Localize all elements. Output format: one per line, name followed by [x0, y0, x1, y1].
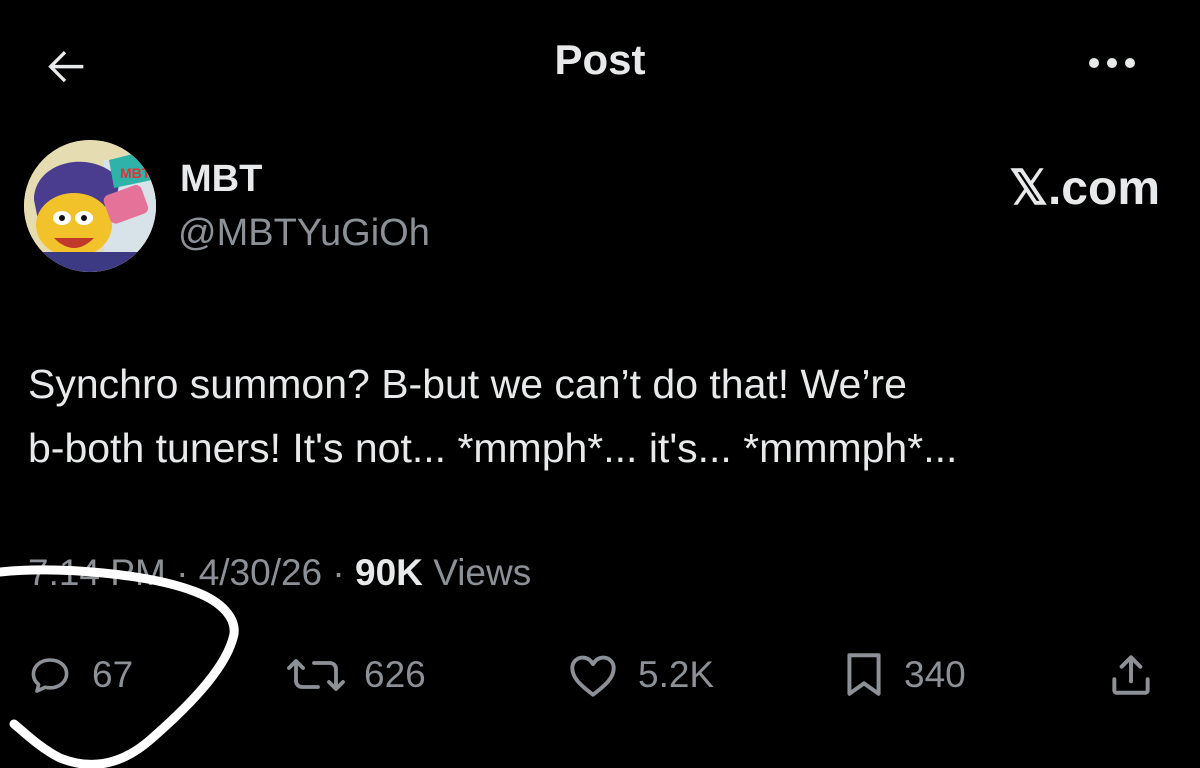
repost-icon [287, 659, 345, 691]
meta-separator: · [322, 552, 356, 593]
like-button[interactable]: 5.2K [566, 645, 714, 705]
post-text-line: Synchro summon? B-but we can’t do that! … [28, 361, 907, 407]
post-text: Synchro summon? B-but we can’t do that! … [28, 352, 1178, 480]
post-text-line: b-both tuners! It's not... *mmph*... it'… [28, 425, 958, 471]
bookmark-icon [847, 653, 881, 696]
repost-count: 626 [364, 654, 426, 695]
share-icon [1112, 655, 1150, 695]
arrow-left-icon [48, 51, 84, 83]
cartoon-character-avatar: MBT [24, 140, 156, 272]
reply-button[interactable]: 67 [26, 645, 133, 705]
heart-icon [570, 655, 616, 697]
reply-icon [31, 658, 69, 693]
more-horizontal-icon [1089, 58, 1135, 68]
back-button[interactable] [38, 38, 94, 94]
author-name[interactable]: MBT [180, 158, 262, 201]
page-title-container: Post [0, 36, 1200, 84]
views-count[interactable]: 90K [355, 552, 423, 593]
like-count: 5.2K [638, 654, 715, 695]
post-time[interactable]: 7:14 PM [28, 552, 166, 593]
bookmark-count: 340 [904, 654, 966, 695]
more-options-button[interactable] [1080, 40, 1144, 86]
repost-button[interactable]: 626 [286, 645, 426, 705]
avatar[interactable]: MBT [24, 140, 156, 272]
post-meta: 7:14 PM · 4/30/26 · 90K Views [28, 552, 531, 594]
meta-separator: · [165, 552, 199, 593]
author-handle[interactable]: @MBTYuGiOh [178, 212, 430, 255]
source-label: 𝕏.com [1009, 162, 1160, 215]
views-label: Views [422, 552, 532, 593]
post-date[interactable]: 4/30/26 [199, 552, 322, 593]
page-title: Post [554, 36, 646, 83]
bookmark-button[interactable]: 340 [842, 645, 966, 705]
share-button[interactable] [1106, 645, 1156, 705]
reply-count: 67 [92, 654, 134, 695]
svg-text:MBT: MBT [120, 165, 151, 181]
